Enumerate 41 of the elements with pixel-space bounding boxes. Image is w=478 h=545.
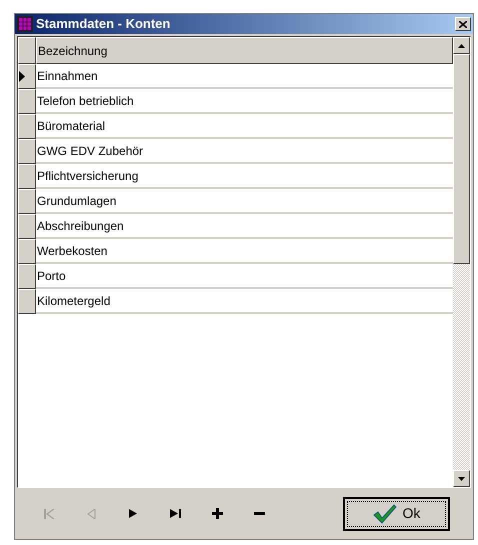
- plus-icon: [212, 508, 222, 519]
- table-cell: Einnahmen: [36, 64, 453, 89]
- current-row-icon: [19, 71, 25, 82]
- row-indicator[interactable]: [18, 264, 36, 289]
- table-cell: Kilometergeld: [36, 289, 453, 314]
- table-cell: Abschreibungen: [36, 214, 453, 239]
- down-arrow-icon: [458, 476, 465, 480]
- table-cell: Pflichtversicherung: [36, 164, 453, 189]
- table-cell: GWG EDV Zubehör: [36, 139, 453, 164]
- first-record-icon: [44, 508, 54, 518]
- ok-label: Ok: [402, 504, 420, 523]
- app-icon: [17, 16, 33, 32]
- minus-icon: [254, 512, 264, 515]
- window-title: Stammdaten - Konten: [36, 15, 172, 34]
- row-indicator[interactable]: [18, 214, 36, 239]
- table-cell: Werbekosten: [36, 239, 453, 264]
- table-cell: Grundumlagen: [36, 189, 453, 214]
- vertical-scrollbar[interactable]: [453, 37, 470, 487]
- scroll-thumb[interactable]: [453, 54, 470, 264]
- scroll-up-button[interactable]: [453, 37, 470, 54]
- row-indicator[interactable]: [18, 289, 36, 314]
- last-record-icon: [170, 509, 180, 518]
- row-indicator[interactable]: [18, 114, 36, 139]
- ok-button[interactable]: Ok: [343, 496, 450, 530]
- table-cell: Porto: [36, 264, 453, 289]
- row-indicator[interactable]: [18, 139, 36, 164]
- row-indicator[interactable]: [18, 239, 36, 264]
- table-cell: Büromaterial: [36, 114, 453, 139]
- up-arrow-icon: [458, 44, 465, 48]
- scroll-down-button[interactable]: [453, 470, 470, 487]
- previous-record-icon: [86, 508, 96, 518]
- row-indicator[interactable]: [18, 164, 36, 189]
- row-indicator[interactable]: [18, 64, 36, 89]
- checkmark-icon: [372, 504, 397, 524]
- row-indicator[interactable]: [18, 89, 36, 114]
- next-record-icon: [129, 509, 137, 518]
- row-indicator[interactable]: [18, 189, 36, 214]
- close-icon: [459, 20, 467, 28]
- close-button[interactable]: [455, 17, 471, 31]
- table-cell: Telefon betrieblich: [36, 89, 453, 114]
- column-header[interactable]: Bezeichnung: [36, 37, 453, 64]
